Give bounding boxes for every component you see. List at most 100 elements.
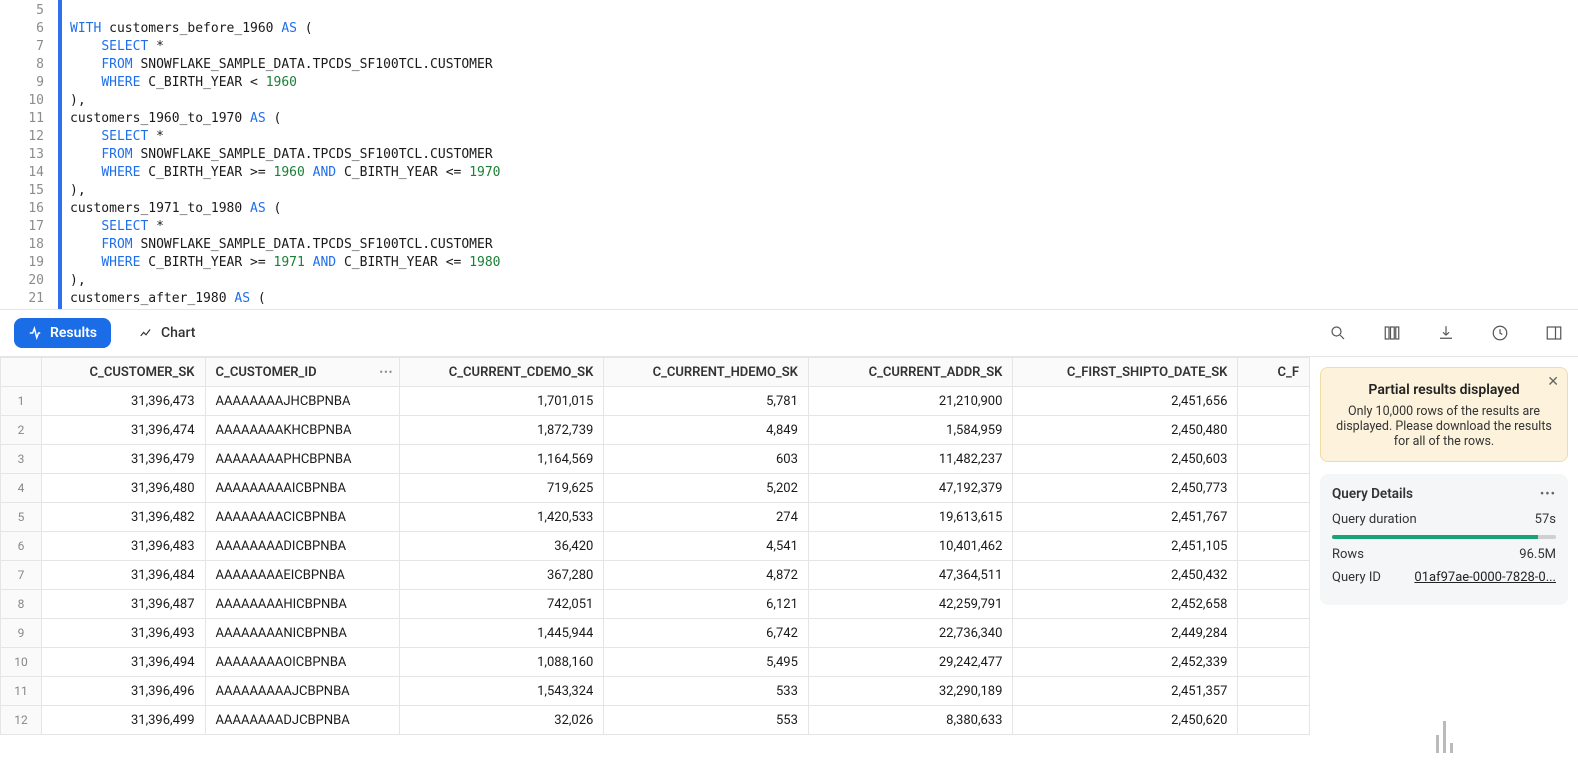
col-header[interactable]: C_FIRST_SHIPTO_DATE_SK: [1013, 358, 1238, 387]
cell[interactable]: 32,290,189: [808, 677, 1013, 706]
sql-editor[interactable]: 5678910111213141516171819202122 WITH cus…: [0, 0, 1578, 309]
cell[interactable]: 5,202: [604, 474, 809, 503]
cell[interactable]: AAAAAAAAAICBPNBA: [205, 474, 399, 503]
col-header[interactable]: C_CURRENT_ADDR_SK: [808, 358, 1013, 387]
cell[interactable]: 2,450,620: [1013, 706, 1238, 735]
cell[interactable]: 6,121: [604, 590, 809, 619]
cell[interactable]: 31,396,496: [41, 677, 205, 706]
cell[interactable]: AAAAAAAAHICBPNBA: [205, 590, 399, 619]
cell[interactable]: 2,450,773: [1013, 474, 1238, 503]
cell[interactable]: 31,396,493: [41, 619, 205, 648]
cell[interactable]: 19,613,615: [808, 503, 1013, 532]
cell[interactable]: 1,420,533: [399, 503, 604, 532]
cell[interactable]: 32,026: [399, 706, 604, 735]
cell[interactable]: 1,088,160: [399, 648, 604, 677]
cell[interactable]: 10,401,462: [808, 532, 1013, 561]
cell[interactable]: 2,450,603: [1013, 445, 1238, 474]
query-id-link[interactable]: 01af97ae-0000-7828-0...: [1414, 570, 1556, 585]
cell[interactable]: 2,451,656: [1013, 387, 1238, 416]
cell[interactable]: 2,450,480: [1013, 416, 1238, 445]
cell[interactable]: 274: [604, 503, 809, 532]
download-icon[interactable]: [1436, 323, 1456, 343]
chart-tab[interactable]: Chart: [129, 319, 205, 347]
cell[interactable]: AAAAAAAADICBPNBA: [205, 532, 399, 561]
cell[interactable]: 31,396,473: [41, 387, 205, 416]
cell[interactable]: 1,872,739: [399, 416, 604, 445]
cell[interactable]: 42,259,791: [808, 590, 1013, 619]
cell[interactable]: 31,396,480: [41, 474, 205, 503]
cell[interactable]: 31,396,499: [41, 706, 205, 735]
cell[interactable]: 719,625: [399, 474, 604, 503]
cell[interactable]: AAAAAAAANICBPNBA: [205, 619, 399, 648]
cell[interactable]: 367,280: [399, 561, 604, 590]
cell[interactable]: AAAAAAAAPHCBPNBA: [205, 445, 399, 474]
history-icon[interactable]: [1490, 323, 1510, 343]
cell[interactable]: 31,396,482: [41, 503, 205, 532]
results-tab[interactable]: Results: [14, 318, 111, 348]
cell[interactable]: 2,452,339: [1013, 648, 1238, 677]
cell[interactable]: 31,396,479: [41, 445, 205, 474]
cell[interactable]: [1238, 619, 1310, 648]
cell[interactable]: AAAAAAAADJCBPNBA: [205, 706, 399, 735]
cell[interactable]: 1,584,959: [808, 416, 1013, 445]
cell[interactable]: 22,736,340: [808, 619, 1013, 648]
cell[interactable]: 47,364,511: [808, 561, 1013, 590]
cell[interactable]: 1,445,944: [399, 619, 604, 648]
cell[interactable]: 21,210,900: [808, 387, 1013, 416]
code-content[interactable]: WITH customers_before_1960 AS ( SELECT *…: [70, 0, 501, 309]
cell[interactable]: 5,495: [604, 648, 809, 677]
cell[interactable]: 553: [604, 706, 809, 735]
cell[interactable]: 2,449,284: [1013, 619, 1238, 648]
cell[interactable]: 8,380,633: [808, 706, 1013, 735]
col-header[interactable]: C_CUSTOMER_ID⋯: [205, 358, 399, 387]
cell[interactable]: AAAAAAAAOICBPNBA: [205, 648, 399, 677]
search-icon[interactable]: [1328, 323, 1348, 343]
cell[interactable]: 2,451,767: [1013, 503, 1238, 532]
cell[interactable]: [1238, 648, 1310, 677]
cell[interactable]: 742,051: [399, 590, 604, 619]
cell[interactable]: 36,420: [399, 532, 604, 561]
panel-toggle-icon[interactable]: [1544, 323, 1564, 343]
cell[interactable]: [1238, 706, 1310, 735]
cell[interactable]: 2,452,658: [1013, 590, 1238, 619]
cell[interactable]: 31,396,484: [41, 561, 205, 590]
cell[interactable]: 2,450,432: [1013, 561, 1238, 590]
cell[interactable]: 31,396,487: [41, 590, 205, 619]
cell[interactable]: 31,396,483: [41, 532, 205, 561]
col-header[interactable]: C_CURRENT_HDEMO_SK: [604, 358, 809, 387]
cell[interactable]: 2,451,105: [1013, 532, 1238, 561]
cell[interactable]: AAAAAAAACICBPNBA: [205, 503, 399, 532]
cell[interactable]: 2,451,357: [1013, 677, 1238, 706]
more-icon[interactable]: •••: [1540, 487, 1556, 502]
cell[interactable]: [1238, 561, 1310, 590]
cell[interactable]: 29,242,477: [808, 648, 1013, 677]
cell[interactable]: AAAAAAAAJHCBPNBA: [205, 387, 399, 416]
col-header[interactable]: C_F: [1238, 358, 1310, 387]
cell[interactable]: 47,192,379: [808, 474, 1013, 503]
col-header[interactable]: C_CURRENT_CDEMO_SK: [399, 358, 604, 387]
columns-icon[interactable]: [1382, 323, 1402, 343]
cell[interactable]: 603: [604, 445, 809, 474]
cell[interactable]: 31,396,494: [41, 648, 205, 677]
cell[interactable]: [1238, 590, 1310, 619]
cell[interactable]: [1238, 387, 1310, 416]
close-icon[interactable]: ✕: [1547, 374, 1559, 390]
cell[interactable]: 533: [604, 677, 809, 706]
cell[interactable]: AAAAAAAAEICBPNBA: [205, 561, 399, 590]
cell[interactable]: 1,164,569: [399, 445, 604, 474]
cell[interactable]: [1238, 532, 1310, 561]
cell[interactable]: [1238, 474, 1310, 503]
col-header[interactable]: C_CUSTOMER_SK: [41, 358, 205, 387]
cell[interactable]: [1238, 445, 1310, 474]
cell[interactable]: [1238, 677, 1310, 706]
cell[interactable]: 11,482,237: [808, 445, 1013, 474]
cell[interactable]: AAAAAAAAKHCBPNBA: [205, 416, 399, 445]
cell[interactable]: [1238, 416, 1310, 445]
cell[interactable]: 4,872: [604, 561, 809, 590]
cell[interactable]: 1,701,015: [399, 387, 604, 416]
cell[interactable]: 6,742: [604, 619, 809, 648]
cell[interactable]: 4,849: [604, 416, 809, 445]
cell[interactable]: 31,396,474: [41, 416, 205, 445]
cell[interactable]: [1238, 503, 1310, 532]
cell[interactable]: 1,543,324: [399, 677, 604, 706]
